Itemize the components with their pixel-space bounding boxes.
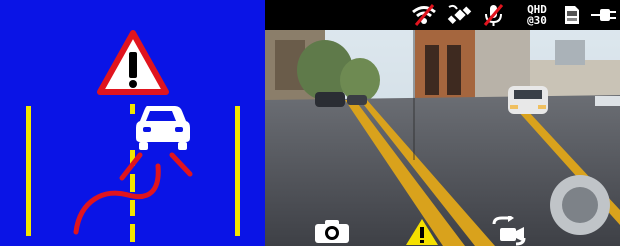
- gps-icon[interactable]: [447, 3, 473, 27]
- resolution-line2: @30: [527, 14, 547, 27]
- lane-departure-warning-panel: [0, 0, 265, 246]
- dashcam-screen: QHD @30: [0, 0, 620, 246]
- warning-icon[interactable]: [404, 217, 440, 246]
- wifi-off-icon[interactable]: [410, 3, 438, 27]
- warning-graphic: [0, 0, 265, 246]
- road-scene: [265, 0, 620, 246]
- camera-view[interactable]: [265, 0, 620, 246]
- white-car: [508, 86, 548, 114]
- switch-camera-icon[interactable]: [490, 216, 530, 246]
- camera-icon[interactable]: [313, 218, 351, 244]
- mic-muted-icon[interactable]: [482, 3, 504, 27]
- sd-card-icon[interactable]: [563, 3, 581, 27]
- resolution-icon: QHD @30: [515, 4, 559, 28]
- left-lane-line: [26, 106, 31, 236]
- power-plug-icon: [591, 9, 616, 21]
- right-lane-line: [235, 106, 240, 236]
